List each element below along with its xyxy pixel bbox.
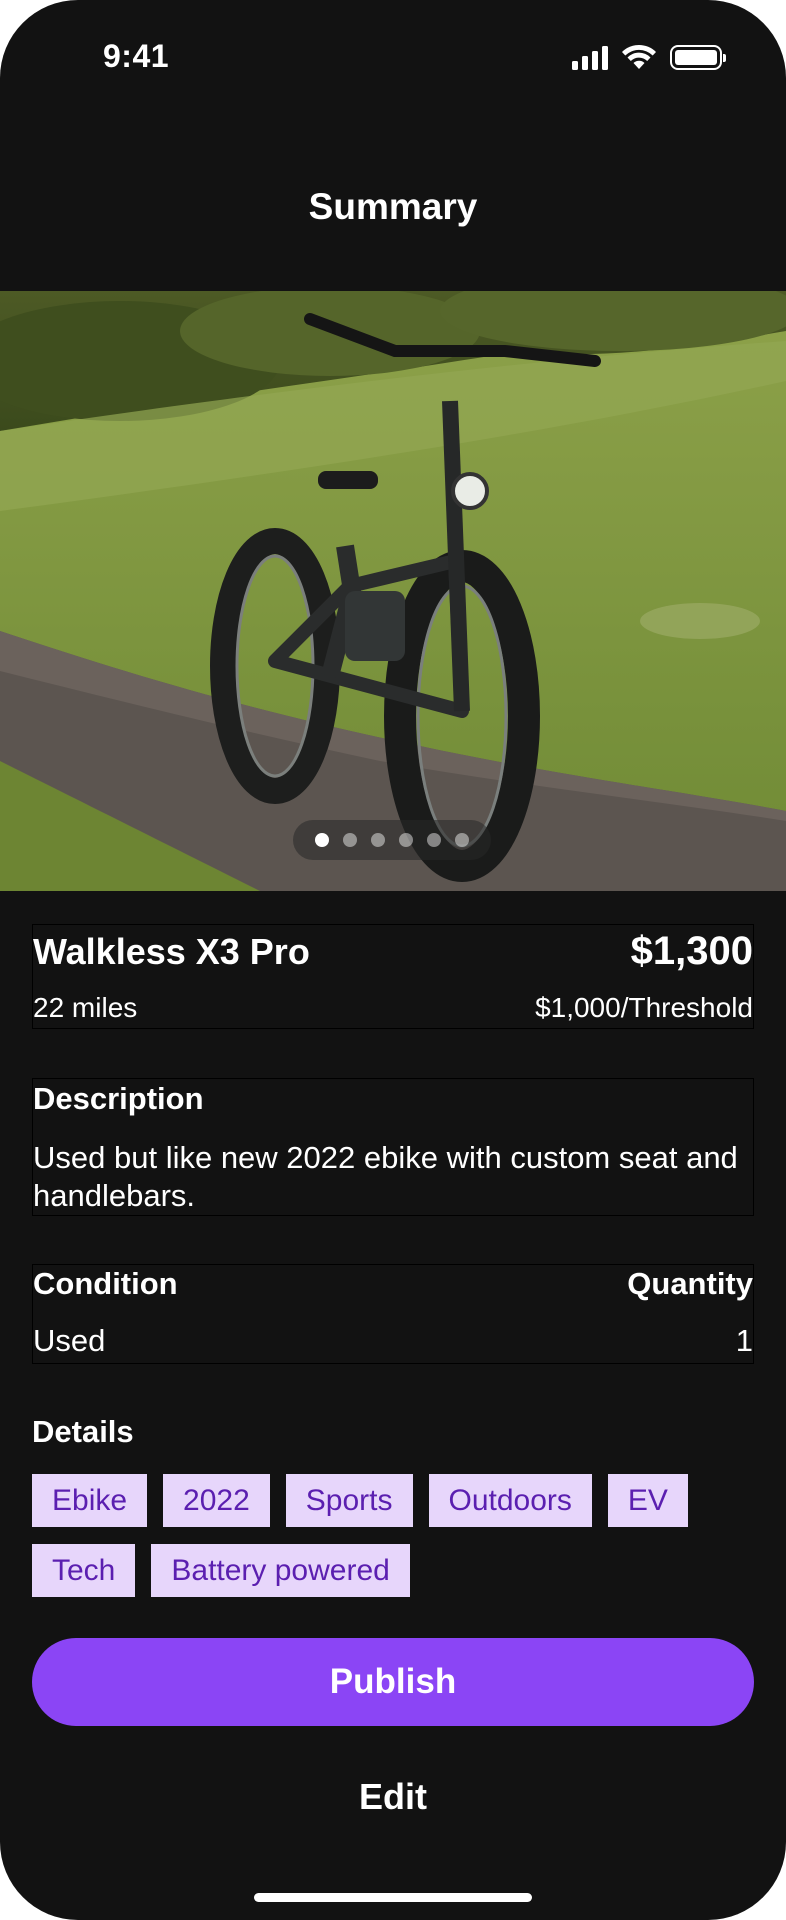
product-image-carousel[interactable] [0,291,786,891]
page-dot[interactable] [455,833,469,847]
page-title: Summary [308,186,478,227]
edit-button[interactable]: Edit [0,1776,786,1818]
status-icons [572,44,726,70]
publish-button[interactable]: Publish [32,1638,754,1726]
detail-tag: EV [607,1474,688,1527]
wifi-icon [622,44,656,69]
status-time: 9:41 [103,38,170,74]
description-heading: Description [33,1081,204,1116]
details-heading: Details [32,1414,134,1449]
description-text: Used but like new 2022 ebike with custom… [33,1140,738,1213]
product-price: $1,300 [630,929,753,973]
page-dot[interactable] [427,833,441,847]
detail-tag: Battery powered [151,1544,410,1597]
details-tags: Ebike 2022 Sports Outdoors EV Tech Batte… [32,1474,762,1597]
home-indicator[interactable] [254,1893,532,1902]
page-dot[interactable] [315,833,329,847]
quantity-heading: Quantity [627,1266,753,1301]
description-section: Description Used but like new 2022 ebike… [32,1078,754,1216]
product-summary: Walkless X3 Pro $1,300 22 miles $1,000/T… [32,924,754,1029]
cellular-signal-icon [572,44,608,70]
condition-value: Used [33,1323,106,1358]
condition-quantity-section: Condition Quantity Used 1 [32,1264,754,1364]
battery-icon [670,44,726,70]
product-threshold: $1,000/Threshold [535,992,753,1023]
detail-tag: Outdoors [428,1474,592,1527]
product-distance: 22 miles [33,992,138,1023]
page-dot[interactable] [371,833,385,847]
product-name: Walkless X3 Pro [33,931,310,972]
detail-tag: Ebike [32,1474,148,1527]
quantity-value: 1 [735,1323,753,1358]
page-dot[interactable] [399,833,413,847]
carousel-page-indicator[interactable] [293,820,491,860]
condition-heading: Condition [33,1266,178,1301]
detail-tag: Tech [32,1544,136,1597]
detail-tag: Sports [285,1474,413,1527]
phone-screen: 9:41 Summary Walkless X3 Pro $1,300 22 m… [0,0,786,1920]
page-dot[interactable] [343,833,357,847]
ebike-photo [0,291,786,891]
detail-tag: 2022 [163,1474,270,1527]
